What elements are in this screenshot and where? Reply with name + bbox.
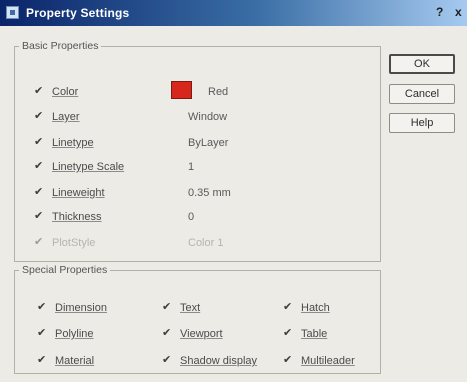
linetype-value: ByLayer — [188, 137, 229, 149]
special-properties-group: Special Properties ✔ Dimension ✔ Text ✔ … — [14, 264, 381, 374]
thickness-checkbox[interactable]: ✔ — [34, 211, 45, 222]
thickness-label: Thickness — [52, 211, 102, 223]
polyline-label: Polyline — [55, 328, 94, 340]
lineweight-checkbox[interactable]: ✔ — [34, 187, 45, 198]
layer-value: Window — [188, 111, 228, 123]
shadow-display-checkbox[interactable]: ✔ — [162, 355, 173, 366]
basic-properties-legend: Basic Properties — [22, 40, 99, 52]
multileader-label: Multileader — [301, 355, 355, 367]
dimension-label: Dimension — [55, 302, 107, 314]
help-button[interactable]: Help — [389, 113, 455, 133]
lineweight-value: 0.35 mm — [188, 187, 231, 199]
multileader-checkbox[interactable]: ✔ — [283, 355, 294, 366]
material-checkbox[interactable]: ✔ — [37, 355, 48, 366]
text-label: Text — [180, 302, 201, 314]
title-bar: Property Settings ? x — [0, 0, 467, 26]
close-icon[interactable]: x — [455, 5, 462, 19]
hatch-label: Hatch — [301, 302, 330, 314]
viewport-checkbox[interactable]: ✔ — [162, 328, 173, 339]
viewport-label: Viewport — [180, 328, 223, 340]
window-title: Property Settings — [26, 6, 130, 20]
dialog-body: Basic Properties ✔ Color Red ✔ Layer Win… — [0, 26, 467, 382]
linetype-scale-value: 1 — [188, 161, 195, 173]
hatch-checkbox[interactable]: ✔ — [283, 302, 294, 313]
lineweight-label: Lineweight — [52, 187, 105, 199]
color-swatch — [171, 81, 192, 99]
table-checkbox[interactable]: ✔ — [283, 328, 294, 339]
dimension-checkbox[interactable]: ✔ — [37, 302, 48, 313]
ok-button[interactable]: OK — [389, 54, 455, 74]
text-checkbox[interactable]: ✔ — [162, 302, 173, 313]
cancel-button[interactable]: Cancel — [389, 84, 455, 104]
linetype-scale-label: Linetype Scale — [52, 161, 125, 173]
color-label: Color — [52, 86, 79, 98]
material-label: Material — [55, 355, 95, 367]
plot-style-value: Color 1 — [188, 237, 224, 249]
shadow-display-label: Shadow display — [180, 355, 258, 367]
color-value: Red — [208, 86, 229, 98]
layer-checkbox[interactable]: ✔ — [34, 111, 45, 122]
table-label: Table — [301, 328, 328, 340]
color-checkbox[interactable]: ✔ — [34, 86, 45, 97]
special-properties-legend: Special Properties — [22, 264, 108, 276]
basic-properties-group: Basic Properties ✔ Color Red ✔ Layer Win… — [14, 40, 381, 262]
linetype-label: Linetype — [52, 137, 94, 149]
layer-label: Layer — [52, 111, 80, 123]
app-icon — [6, 6, 19, 19]
thickness-value: 0 — [188, 211, 195, 223]
linetype-scale-checkbox[interactable]: ✔ — [34, 161, 45, 172]
polyline-checkbox[interactable]: ✔ — [37, 328, 48, 339]
plot-style-label: PlotStyle — [52, 237, 96, 249]
plot-style-checkbox: ✔ — [34, 236, 44, 248]
help-icon[interactable]: ? — [436, 5, 443, 19]
linetype-checkbox[interactable]: ✔ — [34, 137, 45, 148]
